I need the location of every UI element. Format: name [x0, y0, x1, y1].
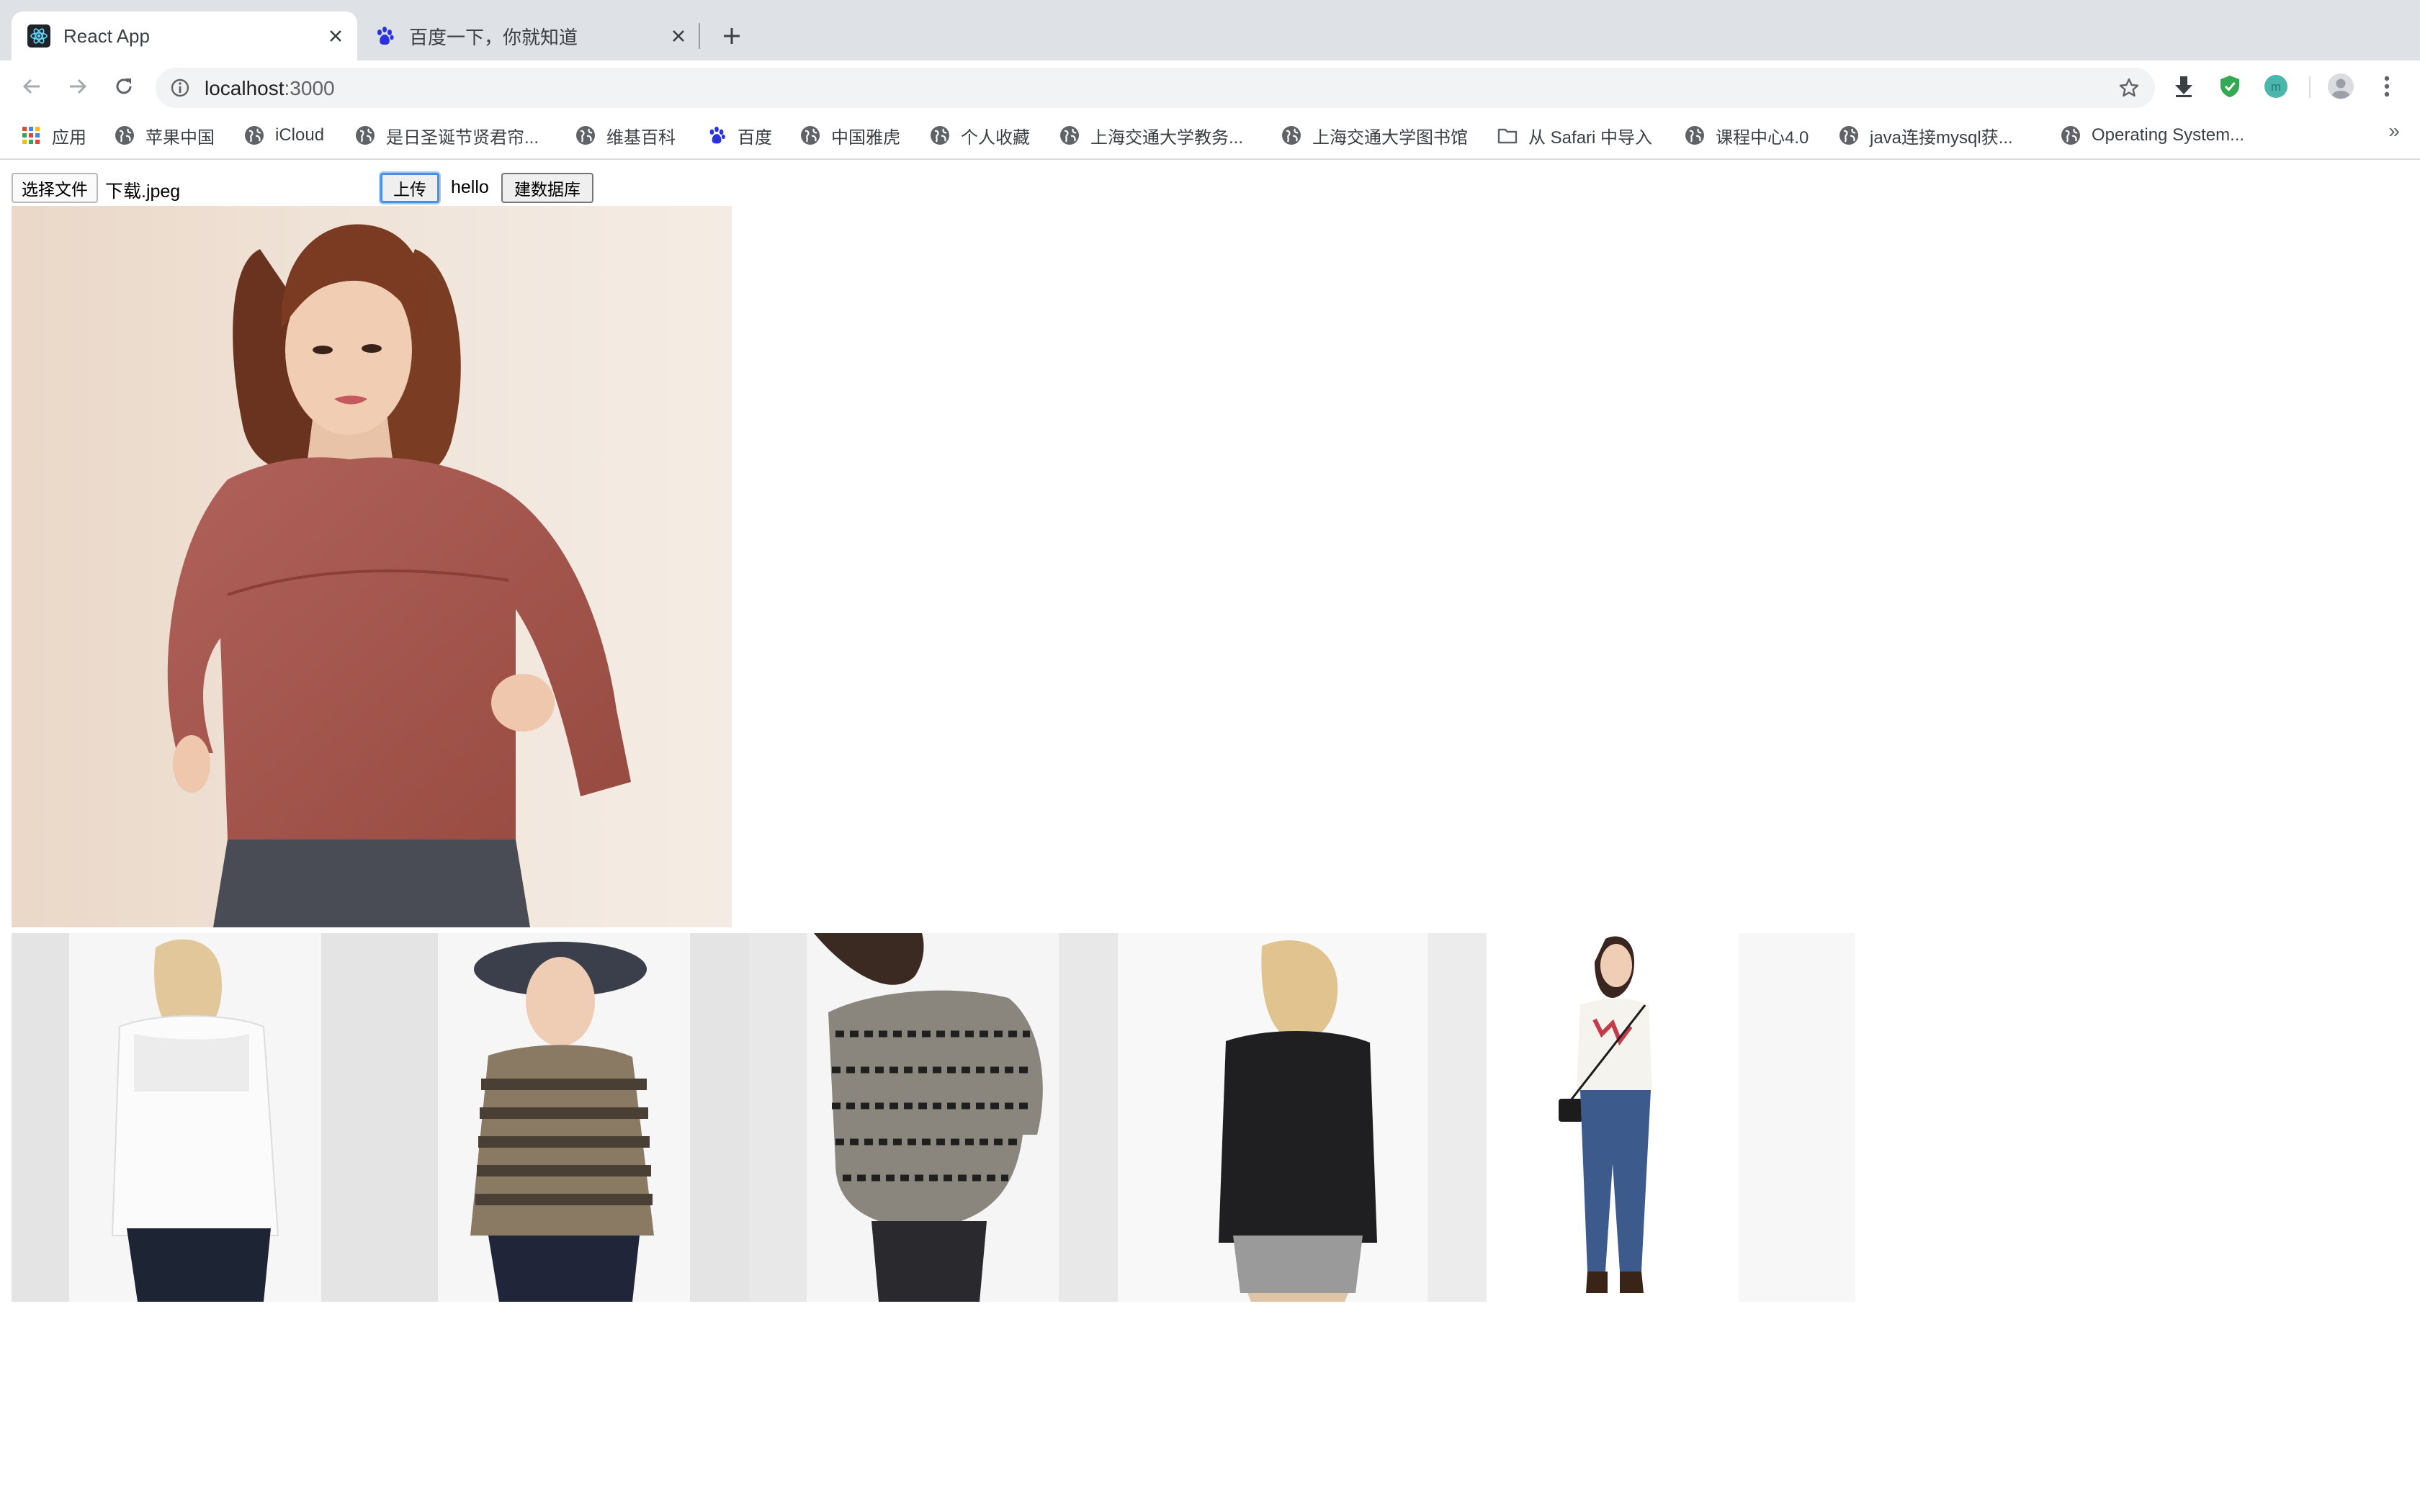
- build-database-button[interactable]: 建数据库: [501, 173, 593, 203]
- result-image: [380, 933, 749, 1302]
- toolbar-separator: [2309, 76, 2311, 98]
- bookmark-yahoo-china[interactable]: 中国雅虎: [799, 118, 900, 153]
- bookmark-label: 百度: [738, 127, 772, 148]
- bookmark-label: java连接mysql获...: [1870, 127, 2013, 148]
- globe-icon: [576, 126, 595, 145]
- bookmarks-overflow-chevron[interactable]: »: [2388, 120, 2400, 143]
- tab-separator: [699, 23, 700, 49]
- baidu-paw-icon: [709, 126, 725, 144]
- close-tab-icon[interactable]: [663, 20, 694, 52]
- shield-check-icon[interactable]: [2214, 71, 2246, 102]
- forward-arrow-icon[interactable]: [60, 69, 95, 104]
- bookmark-label: 中国雅虎: [831, 127, 900, 148]
- kebab-menu-icon[interactable]: [2371, 71, 2403, 102]
- tab-baidu[interactable]: 百度一下，你就知道: [357, 12, 700, 60]
- globe-icon: [2061, 126, 2080, 145]
- bookmark-operating-system[interactable]: Operating System...: [2060, 118, 2244, 153]
- bookmark-sjtu-library[interactable]: 上海交通大学图书馆: [1281, 118, 1468, 153]
- bookmark-label: Operating System...: [2092, 125, 2245, 145]
- folder-icon: [1497, 128, 1518, 144]
- browser-toolbar: localhost:3000 m: [0, 60, 2420, 112]
- bookmark-course-center[interactable]: 课程中心4.0: [1684, 118, 1809, 153]
- extension-letter: m: [2271, 80, 2281, 94]
- upload-button[interactable]: 上传: [380, 173, 439, 203]
- bookmark-java-mysql[interactable]: java连接mysql获...: [1838, 118, 2013, 153]
- selected-file-name: 下载.jpeg: [105, 181, 181, 202]
- apps-grid-icon: [22, 127, 40, 144]
- extension-m-icon[interactable]: m: [2260, 71, 2292, 102]
- bookmark-wikipedia[interactable]: 维基百科: [575, 118, 676, 153]
- baidu-paw-icon: [377, 27, 394, 45]
- result-image: [12, 933, 380, 1302]
- url-host: localhost: [205, 77, 284, 99]
- tab-title: 百度一下，你就知道: [409, 26, 578, 48]
- download-arrow-icon[interactable]: [2168, 71, 2200, 102]
- bookmark-label: 上海交通大学教务...: [1090, 127, 1244, 148]
- bookmark-icloud[interactable]: iCloud: [243, 118, 324, 153]
- bookmark-label: 苹果中国: [145, 127, 215, 148]
- profile-avatar-icon[interactable]: [2325, 71, 2357, 102]
- bookmark-safari-import[interactable]: 从 Safari 中导入: [1497, 118, 1652, 153]
- reload-icon[interactable]: [107, 69, 141, 104]
- globe-icon: [1685, 126, 1704, 145]
- result-image: [1487, 933, 1855, 1302]
- bookmark-label: 上海交通大学图书馆: [1312, 127, 1468, 148]
- result-image: [1118, 933, 1487, 1302]
- bookmark-apple-china[interactable]: 苹果中国: [114, 118, 215, 153]
- globe-icon: [931, 126, 949, 145]
- globe-icon: [245, 126, 264, 145]
- bookmarks-bar: 应用 苹果中国 iCloud 是日圣诞节贤君帘... 维基百科 百度 中国雅虎 …: [0, 112, 2420, 160]
- globe-icon: [1839, 126, 1858, 145]
- back-arrow-icon[interactable]: [14, 69, 49, 104]
- bookmark-baidu[interactable]: 百度: [706, 118, 772, 153]
- bookmark-label: iCloud: [275, 125, 325, 145]
- choose-file-button[interactable]: 选择文件: [12, 173, 98, 203]
- bookmark-label: 个人收藏: [961, 127, 1030, 148]
- bookmark-star-icon[interactable]: [2115, 73, 2143, 102]
- globe-icon: [356, 126, 375, 145]
- globe-icon: [115, 126, 134, 145]
- similar-results-row: [12, 933, 1855, 1302]
- tab-react-app[interactable]: React App: [12, 12, 357, 60]
- globe-icon: [1282, 126, 1301, 145]
- close-tab-icon[interactable]: [320, 20, 351, 52]
- url-port: :3000: [284, 77, 335, 99]
- tab-strip: React App 百度一下，你就知道: [0, 0, 2420, 60]
- hello-text: hello: [451, 177, 489, 197]
- globe-icon: [801, 126, 820, 145]
- page-content: 选择文件 下载.jpeg 上传 hello 建数据库: [0, 160, 2420, 1512]
- bookmark-label: 课程中心4.0: [1716, 127, 1809, 148]
- bookmark-sjtu-academic[interactable]: 上海交通大学教务...: [1059, 118, 1243, 153]
- bookmark-label: 从 Safari 中导入: [1528, 127, 1653, 148]
- new-tab-plus-icon[interactable]: [714, 19, 749, 53]
- globe-icon: [1060, 126, 1079, 145]
- bookmark-personal-favorites[interactable]: 个人收藏: [929, 118, 1030, 153]
- bookmark-christmas[interactable]: 是日圣诞节贤君帘...: [354, 118, 539, 153]
- address-bar[interactable]: localhost:3000: [156, 68, 2155, 108]
- uploaded-query-image: [12, 206, 732, 927]
- tab-title: React App: [63, 24, 150, 47]
- react-icon: [27, 24, 50, 48]
- bookmark-label: 应用: [52, 127, 86, 148]
- bookmark-label: 维基百科: [606, 127, 676, 148]
- result-image: [749, 933, 1118, 1302]
- url-text: localhost:3000: [205, 77, 335, 100]
- bookmark-apps[interactable]: 应用: [20, 118, 86, 153]
- bookmark-label: 是日圣诞节贤君帘...: [386, 127, 539, 148]
- site-info-icon[interactable]: [167, 75, 193, 101]
